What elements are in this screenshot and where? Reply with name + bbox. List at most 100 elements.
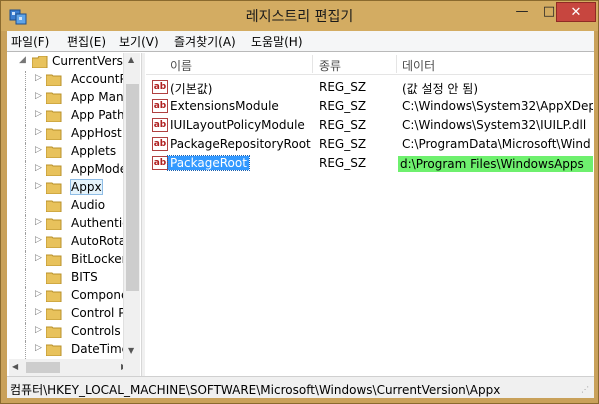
- value-name: PackageRepositoryRoot: [170, 137, 311, 151]
- scroll-thumb-horizontal[interactable]: [26, 362, 60, 373]
- tree-item-label: AccountP: [71, 72, 127, 86]
- scroll-thumb[interactable]: [126, 84, 139, 291]
- string-value-icon: ab: [152, 80, 168, 94]
- expand-arrow-icon[interactable]: ▷: [35, 127, 42, 137]
- expand-arrow-icon[interactable]: ▷: [35, 163, 42, 173]
- menu-file[interactable]: 파일(F): [11, 33, 49, 50]
- tree-connector: [25, 71, 26, 89]
- tree-connector: [25, 197, 26, 215]
- table-row[interactable]: ab PackageRepositoryRoot REG_SZ C:\ProgramD…: [146, 135, 593, 154]
- tree-item[interactable]: ▷ Compone: [9, 287, 141, 305]
- expand-arrow-icon[interactable]: ▷: [35, 145, 42, 155]
- title-bar[interactable]: 레지스트리 편집기 — □ ✕: [1, 1, 598, 31]
- value-name: PackageRoot: [167, 155, 250, 171]
- column-data-header[interactable]: 데이터: [402, 57, 435, 74]
- registry-editor-window: 레지스트리 편집기 — □ ✕ 파일(F) 편집(E) 보기(V) 즐겨찾기(A…: [0, 0, 599, 404]
- tree-item-label: App Paths: [71, 108, 131, 122]
- folder-icon: [46, 308, 62, 320]
- expand-arrow-icon[interactable]: ▷: [35, 307, 42, 317]
- scroll-down-icon[interactable]: ▼: [128, 346, 134, 355]
- folder-icon: [46, 254, 62, 266]
- tree-item[interactable]: ▷ AutoRotat: [9, 233, 141, 251]
- expand-arrow-icon[interactable]: ▷: [35, 289, 42, 299]
- column-divider[interactable]: [396, 55, 397, 73]
- tree-item[interactable]: BITS: [9, 269, 141, 287]
- table-row[interactable]: ab PackageRoot REG_SZ d:\Program Files\Wind…: [146, 154, 593, 173]
- tree-connector: [25, 233, 26, 251]
- tree-item-label: AutoRotat: [71, 234, 131, 248]
- scroll-left-icon[interactable]: ◀: [12, 362, 18, 371]
- expand-arrow-icon[interactable]: ▷: [35, 73, 42, 83]
- expand-arrow-icon[interactable]: ▷: [35, 91, 42, 101]
- close-button[interactable]: ✕: [556, 2, 596, 22]
- expand-arrow-icon[interactable]: ▷: [35, 109, 42, 119]
- tree-connector: [25, 323, 26, 341]
- folder-icon: [46, 236, 62, 248]
- tree-item[interactable]: ▷ Applets: [9, 143, 141, 161]
- tree-item[interactable]: ▷ AppMode: [9, 161, 141, 179]
- value-name: ExtensionsModule: [170, 99, 279, 113]
- expand-arrow-icon[interactable]: ▷: [35, 343, 42, 353]
- tree-item[interactable]: ▷ AppHost: [9, 125, 141, 143]
- expand-arrow-icon[interactable]: ▷: [35, 253, 42, 263]
- tree-item[interactable]: ▷ Control P: [9, 305, 141, 323]
- scroll-up-icon[interactable]: ▲: [128, 55, 134, 64]
- tree-item[interactable]: Audio: [9, 197, 141, 215]
- tree-item[interactable]: ▷ App Mana: [9, 89, 141, 107]
- expand-arrow-icon[interactable]: ▷: [35, 235, 42, 245]
- folder-icon: [46, 326, 62, 338]
- tree-item[interactable]: ▷ AccountP: [9, 71, 141, 89]
- column-type-header[interactable]: 종류: [319, 57, 341, 74]
- tree-item-label: Applets: [71, 144, 117, 158]
- tree-horizontal-scrollbar[interactable]: ◀ ▶: [9, 359, 140, 376]
- tree-item-label: Authentic: [71, 216, 129, 230]
- menu-favorites[interactable]: 즐겨찾기(A): [174, 33, 236, 50]
- folder-icon: [46, 128, 62, 140]
- tree-connector: [25, 107, 26, 125]
- value-name: IUILayoutPolicyModule: [170, 118, 305, 132]
- value-data: C:\Windows\System32\IUILP.dll: [402, 118, 587, 132]
- expand-arrow-icon[interactable]: ▷: [35, 181, 42, 191]
- value-data: C:\Windows\System32\AppXDep: [402, 99, 593, 113]
- tree-item-label: App Mana: [71, 90, 131, 104]
- tree-connector: [25, 251, 26, 269]
- tree-item-label: Compone: [71, 288, 129, 302]
- pane-splitter[interactable]: [141, 53, 145, 376]
- value-list[interactable]: 이름 종류 데이터 ab (기본값) REG_SZ (값 설정 안 됨) ab Exten…: [146, 53, 593, 376]
- menu-help[interactable]: 도움말(H): [251, 33, 303, 50]
- current-key-path: 컴퓨터\HKEY_LOCAL_MACHINE\SOFTWARE\Microsof…: [10, 383, 501, 397]
- tree-item[interactable]: ▷ Controls F: [9, 323, 141, 341]
- tree-vertical-scrollbar[interactable]: ▲ ▼: [123, 53, 140, 359]
- column-name-header[interactable]: 이름: [170, 57, 192, 74]
- tree-item[interactable]: ▷ Appx: [9, 179, 141, 197]
- folder-icon: [46, 164, 62, 176]
- value-type: REG_SZ: [319, 137, 367, 151]
- resize-grip-icon[interactable]: ⋰: [581, 385, 591, 395]
- tree-item-label: BITS: [71, 270, 98, 284]
- tree-connector: [25, 161, 26, 179]
- value-type: REG_SZ: [319, 156, 367, 170]
- minimize-button[interactable]: —: [509, 2, 535, 22]
- value-type: REG_SZ: [319, 80, 367, 94]
- table-row[interactable]: ab ExtensionsModule REG_SZ C:\Windows\Syste…: [146, 97, 593, 116]
- tree-connector: [25, 125, 26, 143]
- tree-item-currentversion[interactable]: ◢ CurrentVersic: [9, 53, 141, 71]
- menu-view[interactable]: 보기(V): [119, 33, 159, 50]
- tree-item[interactable]: ▷ Authentic: [9, 215, 141, 233]
- expand-arrow-icon[interactable]: ▷: [35, 325, 42, 335]
- folder-icon: [46, 92, 62, 104]
- string-value-icon: ab: [152, 156, 168, 170]
- table-row[interactable]: ab (기본값) REG_SZ (값 설정 안 됨): [146, 78, 593, 97]
- column-divider[interactable]: [312, 55, 313, 73]
- tree-item[interactable]: ▷ DateTime: [9, 341, 141, 359]
- tree-item[interactable]: ▷ App Paths: [9, 107, 141, 125]
- expanded-arrow-icon[interactable]: ◢: [19, 55, 26, 65]
- menu-edit[interactable]: 편집(E): [67, 33, 106, 50]
- folder-icon: [46, 344, 62, 356]
- tree-connector: [25, 305, 26, 323]
- key-tree[interactable]: ◢ CurrentVersic ▷ AccountP ▷ App Mana ▷ App P…: [9, 53, 141, 359]
- tree-item-label: Control P: [71, 306, 126, 320]
- table-row[interactable]: ab IUILayoutPolicyModule REG_SZ C:\Windows\…: [146, 116, 593, 135]
- expand-arrow-icon[interactable]: ▷: [35, 217, 42, 227]
- tree-item[interactable]: ▷ BitLocker: [9, 251, 141, 269]
